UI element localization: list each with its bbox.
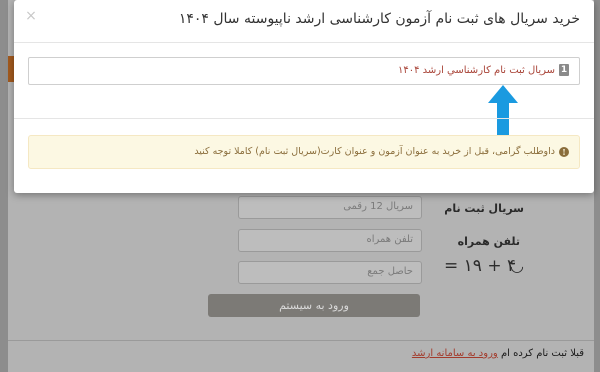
footer-login-link[interactable]: ورود به سامانه ارشد <box>412 348 498 359</box>
captcha-sum-input[interactable]: حاصل جمع <box>238 261 422 284</box>
login-button[interactable]: ورود به سیستم <box>208 294 420 317</box>
footer-text: قبلا ثبت نام کرده ام <box>500 348 584 359</box>
serial-label: سریال ثبت نام <box>444 202 524 215</box>
list-item[interactable]: 1 سریال ثبت نام کارشناسي ارشد ۱۴۰۴ <box>398 64 569 76</box>
footer: قبلا ثبت نام کرده ام ورود به سامانه ارشد <box>412 348 584 359</box>
arrow-up-icon <box>488 85 518 135</box>
captcha-curl-icon: ◡ <box>510 256 525 275</box>
alert-text: داوطلب گرامی، قبل از خرید به عنوان آزمون… <box>194 146 555 157</box>
modal-divider <box>14 118 594 119</box>
info-circle-icon: ! <box>559 146 569 157</box>
captcha-image: = ۱۹ + ۴ ◡ <box>444 256 530 282</box>
serial-purchase-modal: خرید سریال های ثبت نام آزمون کارشناسی ار… <box>14 0 594 193</box>
close-icon[interactable]: × <box>24 8 38 24</box>
serial-item-link[interactable]: سریال ثبت نام کارشناسي ارشد ۱۴۰۴ <box>398 65 555 76</box>
serial-input[interactable]: سریال 12 رقمی <box>238 196 422 219</box>
background-divider <box>8 340 594 341</box>
item-number-badge: 1 <box>559 64 569 76</box>
alert-content: ! داوطلب گرامی، قبل از خرید به عنوان آزم… <box>194 146 569 157</box>
modal-title: خرید سریال های ثبت نام آزمون کارشناسی ار… <box>178 11 580 27</box>
serial-list: 1 سریال ثبت نام کارشناسي ارشد ۱۴۰۴ <box>28 57 580 85</box>
phone-label: تلفن همراه <box>457 235 520 248</box>
phone-input[interactable]: تلفن همراه <box>238 229 422 252</box>
modal-header: خرید سریال های ثبت نام آزمون کارشناسی ار… <box>14 0 594 43</box>
warning-alert: ! داوطلب گرامی، قبل از خرید به عنوان آزم… <box>28 135 580 169</box>
captcha-text: = ۱۹ + ۴ <box>444 256 517 276</box>
